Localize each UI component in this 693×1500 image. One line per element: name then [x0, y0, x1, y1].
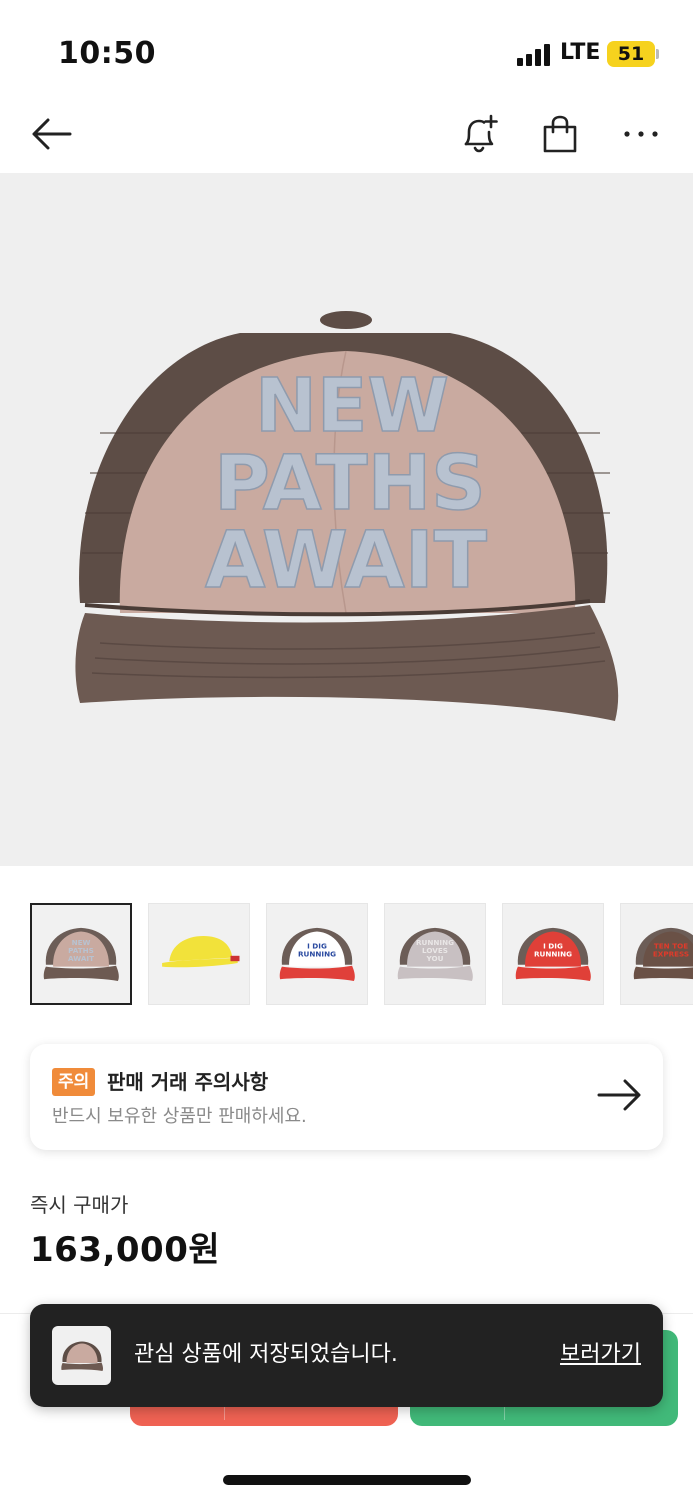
product-image[interactable]: NEW PATHS AWAIT: [0, 173, 693, 866]
thumbnail-cap-text: AWAIT: [68, 954, 94, 963]
toast-thumbnail: [52, 1326, 111, 1385]
thumbnail-4[interactable]: RUNNING LOVES YOU: [384, 903, 486, 1005]
saved-toast: 관심 상품에 저장되었습니다. 보러가기: [30, 1304, 663, 1407]
thumbnail-strip: NEW PATHS AWAIT I DIG RUNNING RUNNING LOVES YOU…: [30, 903, 693, 1007]
more-icon[interactable]: [619, 112, 663, 156]
cap-thumbnail-icon: I DIGRUNNING: [515, 927, 591, 981]
price-label: 즉시 구매가: [30, 1193, 129, 1217]
thumbnail-3[interactable]: I DIG RUNNING: [266, 903, 368, 1005]
view-saved-link[interactable]: 보러가기: [560, 1340, 641, 1370]
bell-plus-icon[interactable]: [457, 112, 501, 156]
sell-notice-card[interactable]: 주의 판매 거래 주의사항 반드시 보유한 상품만 판매하세요.: [30, 1044, 663, 1150]
notice-badge: 주의: [52, 1068, 96, 1096]
home-indicator[interactable]: [223, 1475, 471, 1485]
thumbnail-6[interactable]: TEN TOE EXPRESS: [620, 903, 693, 1005]
notice-subtitle: 반드시 보유한 상품만 판매하세요.: [52, 1106, 307, 1127]
shopping-bag-icon[interactable]: [538, 112, 582, 156]
back-arrow-icon[interactable]: [29, 112, 73, 156]
battery-tip: [656, 49, 659, 59]
cap-line-3: AWAIT: [205, 516, 487, 606]
status-bar: 10:50 LTE 51: [0, 0, 693, 100]
battery-icon: 51: [607, 41, 655, 67]
thumbnail-cap-text: RUNNING: [534, 950, 572, 959]
nav-bar: [0, 100, 693, 172]
notice-title: 판매 거래 주의사항: [107, 1070, 269, 1094]
cap-thumbnail-icon: TEN TOEEXPRESS: [633, 927, 693, 980]
cap-thumbnail-icon: RUNNINGLOVESYOU: [397, 927, 473, 981]
thumbnail-cap-text: EXPRESS: [653, 950, 689, 959]
price-value: 163,000원: [30, 1230, 221, 1270]
arrow-right-icon[interactable]: [597, 1077, 643, 1117]
cap-line-2: PATHS: [214, 438, 486, 527]
network-type: LTE: [560, 40, 601, 65]
thumbnail-1[interactable]: NEW PATHS AWAIT: [30, 903, 132, 1005]
cap-illustration: NEW PATHS AWAIT: [75, 311, 619, 721]
thumbnail-5[interactable]: I DIG RUNNING: [502, 903, 604, 1005]
cap-thumbnail-icon: I DIGRUNNING: [279, 927, 355, 981]
thumbnail-cap-text: RUNNING: [298, 950, 336, 959]
thumbnail-2[interactable]: [148, 903, 250, 1005]
signal-icon: [517, 42, 553, 66]
cap-line-1: NEW: [255, 363, 449, 449]
cap-thumbnail-icon: [162, 936, 240, 968]
toast-message: 관심 상품에 저장되었습니다.: [134, 1342, 398, 1367]
status-time: 10:50: [58, 36, 156, 71]
thumbnail-cap-text: YOU: [426, 954, 444, 963]
cap-thumbnail-icon: NEWPATHSAWAIT: [43, 927, 119, 981]
